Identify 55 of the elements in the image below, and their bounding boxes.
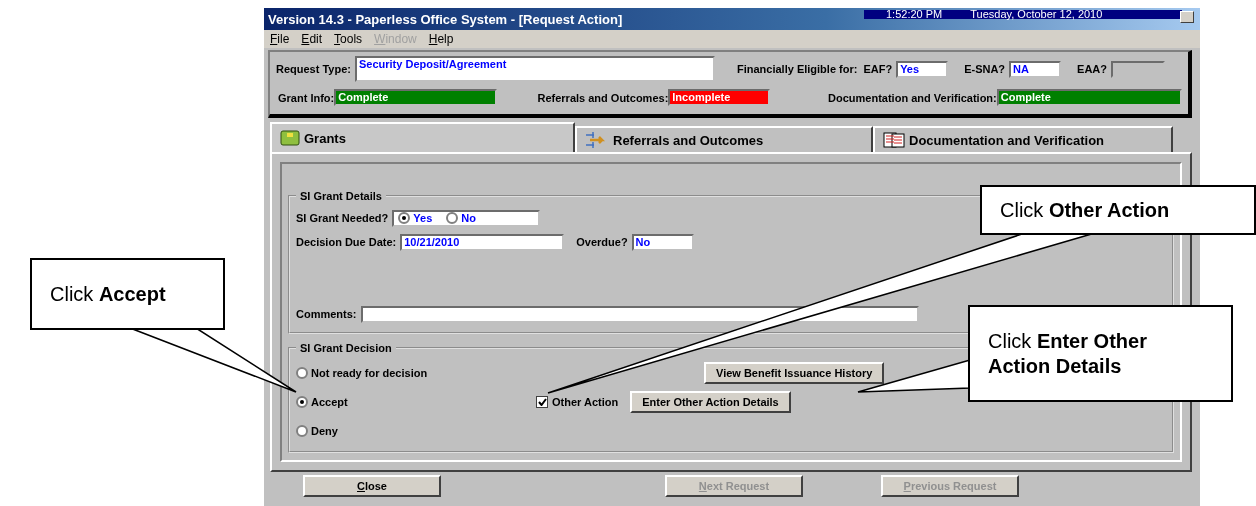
- callout: Click Enter Other Action Details: [968, 305, 1233, 402]
- clock-time: 1:52:20 PM: [886, 10, 943, 19]
- tab[interactable]: Referrals and Outcomes: [575, 126, 873, 152]
- status-field: Incomplete: [668, 89, 771, 106]
- radio-label: Deny: [311, 424, 338, 437]
- field-label: Decision Due Date:: [296, 236, 397, 248]
- tab[interactable]: Documentation and Verification: [873, 126, 1173, 152]
- checkmark-icon: [537, 397, 547, 406]
- eligibility-field[interactable]: Yes: [896, 60, 949, 78]
- history-button[interactable]: View Benefit Issuance History: [704, 361, 885, 384]
- radio-label: Accept: [311, 395, 348, 408]
- group-title: SI Grant Details: [299, 190, 383, 202]
- checkbox[interactable]: [536, 395, 548, 408]
- folder-icon: [280, 130, 300, 146]
- minimize-button[interactable]: [1180, 11, 1194, 23]
- menu-item[interactable]: File: [270, 32, 290, 46]
- group-title: SI Grant Decision: [299, 342, 393, 354]
- request-type-label: Request Type:: [276, 63, 351, 75]
- eligibility-label: E-SNA?: [964, 63, 1006, 75]
- radio-button[interactable]: [296, 366, 308, 379]
- callout: Click Accept: [30, 258, 225, 330]
- status-label: Referrals and Outcomes:: [537, 91, 669, 104]
- overdue-field[interactable]: No: [631, 233, 694, 251]
- field-label: Comments:: [296, 308, 357, 320]
- menu-item[interactable]: Help: [428, 32, 454, 46]
- checkbox-label: Other Action: [552, 395, 619, 408]
- footer-button[interactable]: Close: [303, 475, 441, 497]
- date-field[interactable]: 10/21/2010: [400, 233, 565, 251]
- menu-item[interactable]: Tools: [334, 32, 363, 46]
- request-type-field[interactable]: Security Deposit/Agreement: [355, 56, 715, 82]
- radio-label: Yes: [413, 212, 433, 224]
- status-field: Complete: [996, 89, 1182, 106]
- radio-button[interactable]: [398, 212, 411, 224]
- field-label: Overdue?: [576, 236, 628, 248]
- radio-button[interactable]: [296, 424, 308, 437]
- menu-item[interactable]: Edit: [301, 32, 323, 46]
- radio-button[interactable]: [296, 395, 308, 408]
- radio-label: Not ready for decision: [311, 366, 428, 379]
- eligibility-label: EAF?: [863, 63, 893, 75]
- field-label: SI Grant Needed?: [296, 212, 389, 224]
- status-label: Grant Info:: [278, 91, 335, 104]
- comments-field[interactable]: [360, 305, 919, 323]
- documents-icon: [883, 132, 905, 148]
- clock-date: Tuesday, October 12, 2010: [970, 10, 1103, 19]
- callout: Click Other Action: [980, 185, 1256, 235]
- window-title: Version 14.3 - Paperless Office System - [Request Action]: [267, 11, 624, 27]
- tab[interactable]: Grants: [270, 122, 575, 152]
- other-action-details-button[interactable]: Enter Other Action Details: [630, 390, 791, 413]
- radio-button[interactable]: [446, 212, 459, 224]
- eligibility-field[interactable]: NA: [1009, 60, 1062, 78]
- eligibility-label: EAA?: [1077, 63, 1108, 75]
- status-label: Documentation and Verification:: [828, 91, 997, 104]
- eligible-label: Financially Eligible for:: [737, 63, 858, 75]
- radio-label: No: [461, 212, 476, 224]
- status-field: Complete: [334, 89, 498, 106]
